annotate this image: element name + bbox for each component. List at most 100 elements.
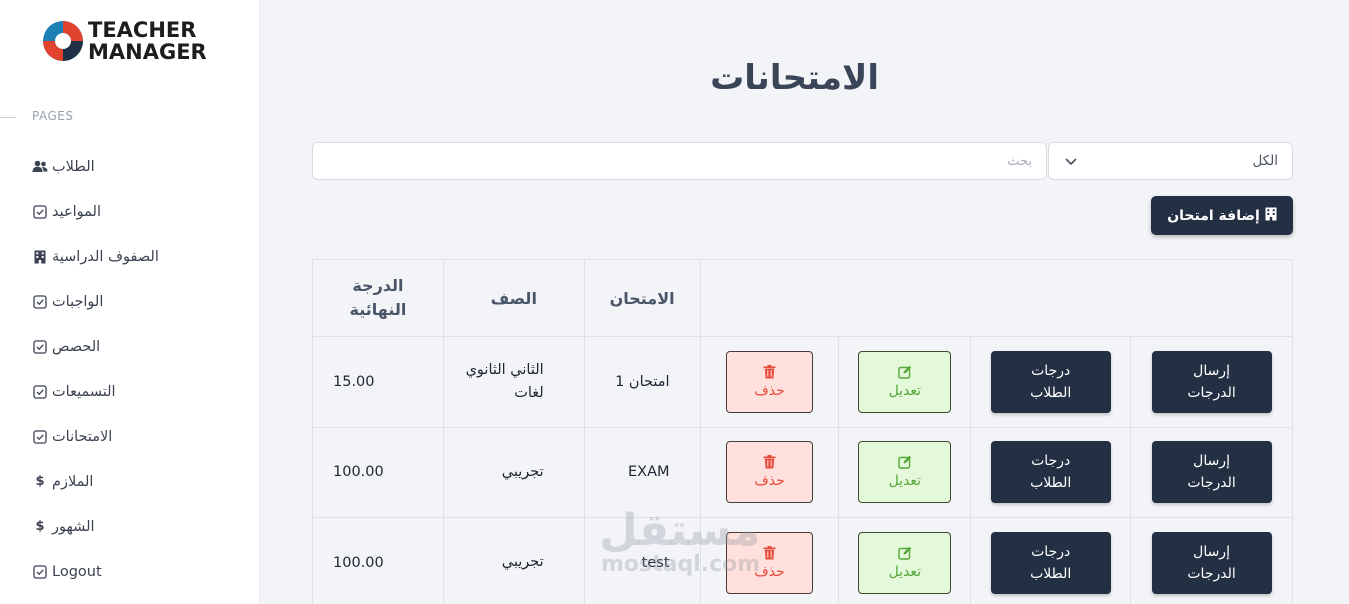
check-square-icon — [32, 564, 48, 580]
trash-icon — [763, 455, 776, 469]
edit-icon — [898, 456, 912, 469]
edit-label: تعديل — [888, 382, 922, 399]
class-line1: الثاني الثانوي — [465, 361, 544, 378]
sidebar-item-students[interactable]: الطلاب — [32, 144, 252, 189]
delete-label: حذف — [754, 382, 785, 399]
student-grades-cell: درجات الطلاب — [970, 517, 1132, 604]
trash-icon — [763, 545, 776, 560]
sidebar-item-classes[interactable]: الصفوف الدراسية — [32, 234, 252, 279]
sidebar-item-lessons[interactable]: الحصص — [32, 324, 252, 369]
users-icon — [32, 159, 48, 175]
brand-line1: TEACHER — [88, 18, 197, 42]
student-grades-cell: درجات الطلاب — [970, 336, 1132, 428]
final-grade-cell: 15.00 — [312, 336, 444, 428]
chevron-down-icon — [1063, 153, 1079, 169]
edit-button[interactable]: تعديل — [858, 350, 952, 413]
main-content: الامتحانات الكل إضافة امتحان الامتحان ال… — [260, 0, 1349, 604]
sidebar-item-label: الحصص — [52, 338, 101, 355]
final-grade-cell: 100.00 — [312, 426, 444, 518]
delete-label: حذف — [754, 563, 785, 580]
final-grade-column-header: الدرجة النهائية — [312, 259, 444, 337]
edit-button[interactable]: تعديل — [858, 441, 952, 504]
edit-cell: تعديل — [838, 336, 972, 428]
sidebar-item-label: Logout — [52, 563, 102, 580]
sidebar-item-label: الشهور — [52, 518, 95, 535]
add-exam-button[interactable]: إضافة امتحان — [1151, 196, 1293, 235]
exam-cell: EXAM — [583, 426, 701, 518]
section-divider — [0, 117, 16, 118]
sidebar-item-appointments[interactable]: المواعيد — [32, 189, 252, 234]
add-exam-label: إضافة امتحان — [1167, 207, 1260, 224]
table-row: إرسال الدرجات درجات الطلاب تعديل — [312, 517, 1293, 604]
exam-column-header: الامتحان — [583, 259, 701, 337]
sidebar-item-months[interactable]: $ الشهور — [32, 504, 252, 549]
delete-button[interactable]: حذف — [725, 531, 813, 594]
sidebar-item-label: الواجبات — [52, 293, 104, 310]
check-square-icon — [32, 384, 48, 400]
edit-icon — [898, 365, 912, 379]
edit-cell: تعديل — [838, 426, 972, 518]
brand-logo[interactable]: TEACHER MANAGER — [40, 18, 207, 64]
student-grades-cell: درجات الطلاب — [970, 426, 1132, 518]
check-square-icon — [32, 339, 48, 355]
sidebar-item-label: الصفوف الدراسية — [52, 248, 159, 265]
sidebar-item-exams[interactable]: الامتحانات — [32, 414, 252, 459]
sidebar-item-label: الطلاب — [52, 158, 95, 175]
class-cell: تجريبي — [442, 426, 585, 518]
send-grades-cell: إرسال الدرجات — [1130, 517, 1293, 604]
sidebar-item-booklets[interactable]: $ الملازم — [32, 459, 252, 504]
check-square-icon — [32, 204, 48, 220]
building-icon — [1265, 207, 1277, 225]
dollar-icon: $ — [35, 474, 45, 489]
send-grades-cell: إرسال الدرجات — [1130, 426, 1293, 518]
final-header-line1: الدرجة — [352, 276, 404, 295]
table-header-row: الامتحان الصف الدرجة النهائية — [312, 259, 1294, 337]
sidebar-item-logout[interactable]: Logout — [32, 549, 252, 594]
check-square-icon — [32, 429, 48, 445]
exam-cell: test — [583, 517, 701, 604]
delete-cell: حذف — [699, 336, 840, 428]
send-grades-button[interactable]: إرسال الدرجات — [1151, 531, 1272, 594]
delete-button[interactable]: حذف — [725, 441, 813, 504]
exam-cell: امتحان 1 — [583, 336, 701, 428]
class-cell: الثاني الثانوي لغات — [442, 336, 585, 428]
student-grades-button[interactable]: درجات الطلاب — [990, 531, 1111, 594]
table-row: إرسال الدرجات درجات الطلاب تعديل — [312, 426, 1293, 518]
sidebar-item-label: الامتحانات — [52, 428, 113, 445]
send-grades-button[interactable]: إرسال الدرجات — [1151, 350, 1272, 413]
class-cell: تجريبي — [442, 517, 585, 604]
sidebar-section-label: PAGES — [32, 109, 74, 123]
delete-button[interactable]: حذف — [725, 350, 813, 413]
sidebar-nav: الطلاب المواعيد الصفوف الدراسية الواجبات… — [32, 144, 252, 594]
class-line1: تجريبي — [501, 554, 544, 571]
student-grades-button[interactable]: درجات الطلاب — [990, 441, 1111, 504]
edit-cell: تعديل — [838, 517, 972, 604]
delete-label: حذف — [754, 473, 785, 490]
final-grade-cell: 100.00 — [312, 517, 444, 604]
edit-button[interactable]: تعديل — [858, 531, 952, 594]
brand-wordmark: TEACHER MANAGER — [88, 19, 207, 63]
class-filter-select[interactable]: الكل — [1048, 142, 1293, 180]
trash-icon — [763, 364, 776, 379]
sidebar: TEACHER MANAGER PAGES الطلاب المواعيد ال… — [0, 0, 260, 604]
delete-cell: حذف — [699, 426, 840, 518]
sidebar-item-label: التسميعات — [52, 383, 116, 400]
check-square-icon — [32, 294, 48, 310]
sidebar-item-label: الملازم — [52, 473, 94, 490]
delete-cell: حذف — [699, 517, 840, 604]
sidebar-item-recitations[interactable]: التسميعات — [32, 369, 252, 414]
class-column-header: الصف — [442, 259, 585, 337]
table-row: إرسال الدرجات درجات الطلاب تعديل — [312, 336, 1293, 428]
final-header-line2: النهائية — [349, 300, 407, 319]
class-line2: لغات — [514, 384, 544, 401]
edit-icon — [898, 546, 912, 560]
brand-line2: MANAGER — [88, 40, 207, 64]
logo-icon — [40, 18, 86, 64]
send-grades-button[interactable]: إرسال الدرجات — [1151, 441, 1272, 504]
student-grades-button[interactable]: درجات الطلاب — [990, 350, 1111, 413]
building-icon — [32, 249, 48, 265]
sidebar-item-homework[interactable]: الواجبات — [32, 279, 252, 324]
exams-table: الامتحان الصف الدرجة النهائية إرسال الدر… — [312, 259, 1294, 604]
search-input[interactable] — [312, 142, 1047, 180]
page-title: الامتحانات — [710, 58, 879, 98]
